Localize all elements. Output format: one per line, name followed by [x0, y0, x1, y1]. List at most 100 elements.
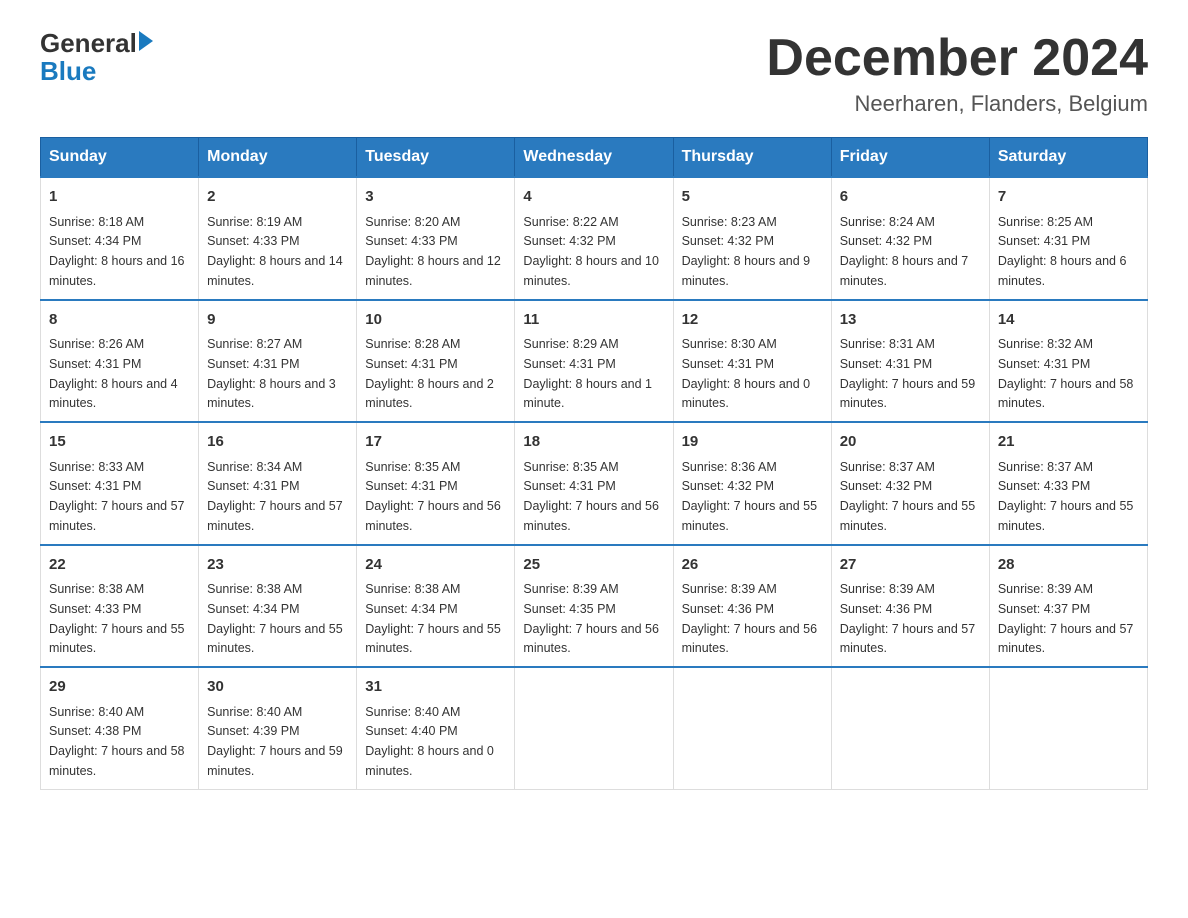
logo-arrow-icon — [139, 31, 153, 51]
calendar-cell: 6 Sunrise: 8:24 AMSunset: 4:32 PMDayligh… — [831, 177, 989, 300]
day-number: 7 — [998, 186, 1139, 209]
day-number: 24 — [365, 554, 506, 577]
calendar-cell: 18 Sunrise: 8:35 AMSunset: 4:31 PMDaylig… — [515, 422, 673, 545]
calendar-cell: 11 Sunrise: 8:29 AMSunset: 4:31 PMDaylig… — [515, 300, 673, 423]
calendar-cell: 2 Sunrise: 8:19 AMSunset: 4:33 PMDayligh… — [199, 177, 357, 300]
day-info: Sunrise: 8:39 AMSunset: 4:35 PMDaylight:… — [523, 582, 659, 655]
day-info: Sunrise: 8:18 AMSunset: 4:34 PMDaylight:… — [49, 215, 185, 288]
calendar-cell: 13 Sunrise: 8:31 AMSunset: 4:31 PMDaylig… — [831, 300, 989, 423]
logo-general: General — [40, 30, 137, 56]
day-info: Sunrise: 8:37 AMSunset: 4:33 PMDaylight:… — [998, 460, 1134, 533]
day-number: 8 — [49, 309, 190, 332]
day-info: Sunrise: 8:40 AMSunset: 4:40 PMDaylight:… — [365, 705, 494, 778]
col-thursday: Thursday — [673, 138, 831, 178]
day-info: Sunrise: 8:40 AMSunset: 4:39 PMDaylight:… — [207, 705, 343, 778]
calendar-week-row: 8 Sunrise: 8:26 AMSunset: 4:31 PMDayligh… — [41, 300, 1148, 423]
col-friday: Friday — [831, 138, 989, 178]
day-info: Sunrise: 8:39 AMSunset: 4:37 PMDaylight:… — [998, 582, 1134, 655]
day-info: Sunrise: 8:25 AMSunset: 4:31 PMDaylight:… — [998, 215, 1127, 288]
day-number: 10 — [365, 309, 506, 332]
day-number: 27 — [840, 554, 981, 577]
calendar-week-row: 15 Sunrise: 8:33 AMSunset: 4:31 PMDaylig… — [41, 422, 1148, 545]
day-info: Sunrise: 8:32 AMSunset: 4:31 PMDaylight:… — [998, 337, 1134, 410]
page-header: General Blue December 2024 Neerharen, Fl… — [40, 30, 1148, 117]
col-monday: Monday — [199, 138, 357, 178]
day-number: 29 — [49, 676, 190, 699]
day-number: 9 — [207, 309, 348, 332]
header-row: Sunday Monday Tuesday Wednesday Thursday… — [41, 138, 1148, 178]
day-number: 17 — [365, 431, 506, 454]
calendar-cell: 1 Sunrise: 8:18 AMSunset: 4:34 PMDayligh… — [41, 177, 199, 300]
calendar-cell — [515, 667, 673, 789]
day-info: Sunrise: 8:22 AMSunset: 4:32 PMDaylight:… — [523, 215, 659, 288]
day-info: Sunrise: 8:29 AMSunset: 4:31 PMDaylight:… — [523, 337, 652, 410]
day-info: Sunrise: 8:28 AMSunset: 4:31 PMDaylight:… — [365, 337, 494, 410]
day-number: 16 — [207, 431, 348, 454]
logo: General Blue — [40, 30, 153, 87]
day-number: 25 — [523, 554, 664, 577]
calendar-cell: 7 Sunrise: 8:25 AMSunset: 4:31 PMDayligh… — [989, 177, 1147, 300]
month-title: December 2024 — [766, 30, 1148, 87]
location-title: Neerharen, Flanders, Belgium — [766, 91, 1148, 117]
col-tuesday: Tuesday — [357, 138, 515, 178]
day-info: Sunrise: 8:19 AMSunset: 4:33 PMDaylight:… — [207, 215, 343, 288]
day-info: Sunrise: 8:24 AMSunset: 4:32 PMDaylight:… — [840, 215, 969, 288]
calendar-body: 1 Sunrise: 8:18 AMSunset: 4:34 PMDayligh… — [41, 177, 1148, 789]
calendar-week-row: 29 Sunrise: 8:40 AMSunset: 4:38 PMDaylig… — [41, 667, 1148, 789]
calendar-cell: 24 Sunrise: 8:38 AMSunset: 4:34 PMDaylig… — [357, 545, 515, 668]
day-number: 19 — [682, 431, 823, 454]
calendar-cell: 26 Sunrise: 8:39 AMSunset: 4:36 PMDaylig… — [673, 545, 831, 668]
calendar-cell: 16 Sunrise: 8:34 AMSunset: 4:31 PMDaylig… — [199, 422, 357, 545]
day-number: 5 — [682, 186, 823, 209]
day-info: Sunrise: 8:35 AMSunset: 4:31 PMDaylight:… — [365, 460, 501, 533]
day-info: Sunrise: 8:23 AMSunset: 4:32 PMDaylight:… — [682, 215, 811, 288]
calendar-cell: 20 Sunrise: 8:37 AMSunset: 4:32 PMDaylig… — [831, 422, 989, 545]
day-info: Sunrise: 8:39 AMSunset: 4:36 PMDaylight:… — [840, 582, 976, 655]
day-info: Sunrise: 8:33 AMSunset: 4:31 PMDaylight:… — [49, 460, 185, 533]
col-wednesday: Wednesday — [515, 138, 673, 178]
day-info: Sunrise: 8:39 AMSunset: 4:36 PMDaylight:… — [682, 582, 818, 655]
calendar-cell: 17 Sunrise: 8:35 AMSunset: 4:31 PMDaylig… — [357, 422, 515, 545]
calendar-cell: 4 Sunrise: 8:22 AMSunset: 4:32 PMDayligh… — [515, 177, 673, 300]
calendar-cell — [831, 667, 989, 789]
day-number: 6 — [840, 186, 981, 209]
calendar-cell: 14 Sunrise: 8:32 AMSunset: 4:31 PMDaylig… — [989, 300, 1147, 423]
calendar-week-row: 1 Sunrise: 8:18 AMSunset: 4:34 PMDayligh… — [41, 177, 1148, 300]
day-number: 12 — [682, 309, 823, 332]
day-number: 18 — [523, 431, 664, 454]
day-number: 30 — [207, 676, 348, 699]
calendar-cell: 25 Sunrise: 8:39 AMSunset: 4:35 PMDaylig… — [515, 545, 673, 668]
calendar-cell: 30 Sunrise: 8:40 AMSunset: 4:39 PMDaylig… — [199, 667, 357, 789]
day-number: 28 — [998, 554, 1139, 577]
day-number: 3 — [365, 186, 506, 209]
calendar-cell — [673, 667, 831, 789]
calendar-week-row: 22 Sunrise: 8:38 AMSunset: 4:33 PMDaylig… — [41, 545, 1148, 668]
day-number: 14 — [998, 309, 1139, 332]
day-info: Sunrise: 8:37 AMSunset: 4:32 PMDaylight:… — [840, 460, 976, 533]
day-number: 2 — [207, 186, 348, 209]
logo-blue: Blue — [40, 56, 153, 87]
day-info: Sunrise: 8:36 AMSunset: 4:32 PMDaylight:… — [682, 460, 818, 533]
day-number: 11 — [523, 309, 664, 332]
day-info: Sunrise: 8:20 AMSunset: 4:33 PMDaylight:… — [365, 215, 501, 288]
calendar-cell: 19 Sunrise: 8:36 AMSunset: 4:32 PMDaylig… — [673, 422, 831, 545]
day-info: Sunrise: 8:38 AMSunset: 4:33 PMDaylight:… — [49, 582, 185, 655]
calendar-cell — [989, 667, 1147, 789]
day-info: Sunrise: 8:26 AMSunset: 4:31 PMDaylight:… — [49, 337, 178, 410]
day-number: 1 — [49, 186, 190, 209]
calendar-cell: 31 Sunrise: 8:40 AMSunset: 4:40 PMDaylig… — [357, 667, 515, 789]
calendar-cell: 3 Sunrise: 8:20 AMSunset: 4:33 PMDayligh… — [357, 177, 515, 300]
calendar-table: Sunday Monday Tuesday Wednesday Thursday… — [40, 137, 1148, 790]
calendar-cell: 22 Sunrise: 8:38 AMSunset: 4:33 PMDaylig… — [41, 545, 199, 668]
day-number: 23 — [207, 554, 348, 577]
day-info: Sunrise: 8:34 AMSunset: 4:31 PMDaylight:… — [207, 460, 343, 533]
calendar-cell: 9 Sunrise: 8:27 AMSunset: 4:31 PMDayligh… — [199, 300, 357, 423]
day-number: 4 — [523, 186, 664, 209]
day-number: 31 — [365, 676, 506, 699]
calendar-cell: 10 Sunrise: 8:28 AMSunset: 4:31 PMDaylig… — [357, 300, 515, 423]
day-number: 15 — [49, 431, 190, 454]
calendar-cell: 8 Sunrise: 8:26 AMSunset: 4:31 PMDayligh… — [41, 300, 199, 423]
day-info: Sunrise: 8:27 AMSunset: 4:31 PMDaylight:… — [207, 337, 336, 410]
calendar-cell: 21 Sunrise: 8:37 AMSunset: 4:33 PMDaylig… — [989, 422, 1147, 545]
day-number: 22 — [49, 554, 190, 577]
